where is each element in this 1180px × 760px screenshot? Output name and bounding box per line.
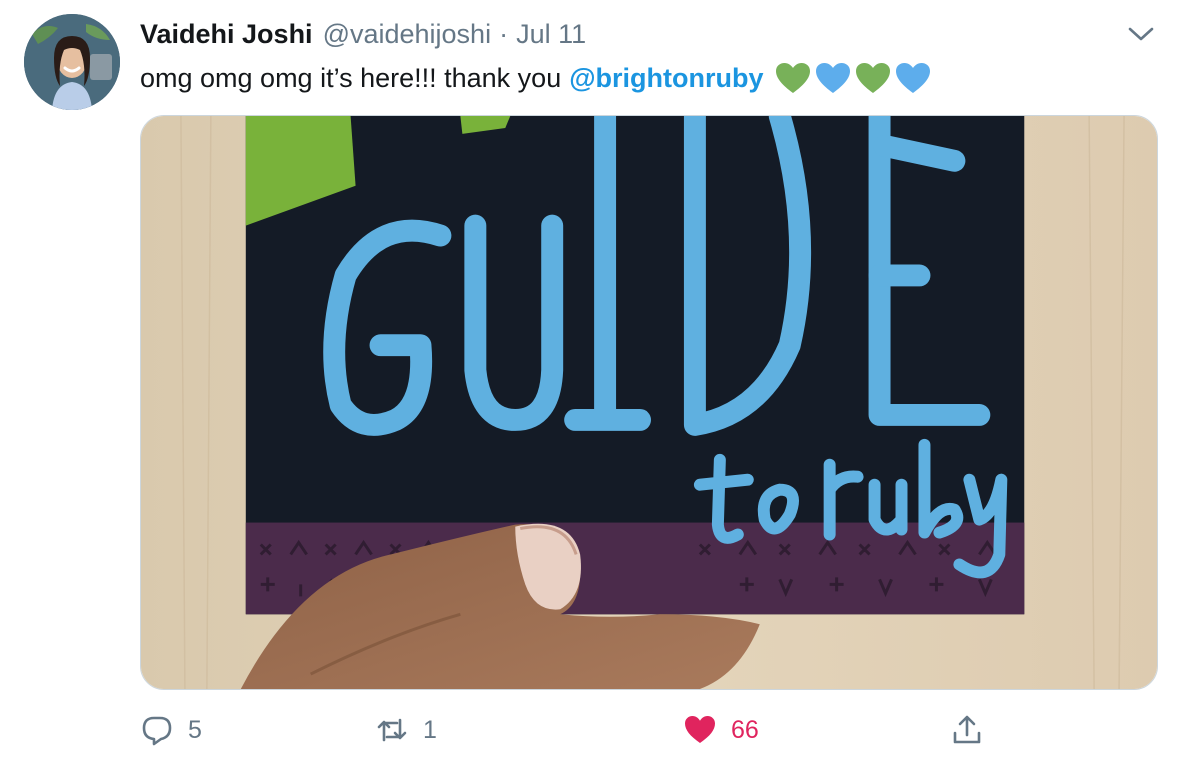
tweet-header: Vaidehi Joshi @vaidehijoshi · Jul 11 [140,16,586,52]
tweet-photo[interactable] [140,115,1158,690]
tweet-text: omg omg omg it’s here!!! thank you @brig… [140,58,932,98]
user-handle[interactable]: @vaidehijoshi [323,19,492,50]
tweet-date[interactable]: Jul 11 [516,19,586,50]
tweet: Vaidehi Joshi @vaidehijoshi · Jul 11 omg… [0,0,1180,760]
display-name[interactable]: Vaidehi Joshi [140,19,313,50]
blue-heart-icon [895,63,930,93]
green-heart-icon [775,63,810,93]
share-button[interactable] [950,708,984,752]
tweet-actions: 5 1 66 [140,708,1158,752]
reply-count: 5 [188,715,202,744]
avatar[interactable] [24,14,120,110]
like-count: 66 [731,715,759,744]
chevron-down-icon[interactable] [1126,22,1156,46]
like-heart-icon [685,716,715,743]
reply-button[interactable]: 5 [140,708,202,752]
separator-dot: · [499,18,509,49]
retweet-button[interactable]: 1 [375,708,437,752]
retweet-icon [377,718,407,742]
emoji-hearts [774,61,932,95]
reply-icon [142,716,172,746]
like-button[interactable]: 66 [683,708,759,752]
share-icon [953,715,981,744]
mention-link[interactable]: @brightonruby [569,59,763,97]
tweet-body: omg omg omg it’s here!!! thank you [140,63,562,93]
green-heart-icon [855,63,890,93]
blue-heart-icon [815,63,850,93]
retweet-count: 1 [423,715,437,744]
